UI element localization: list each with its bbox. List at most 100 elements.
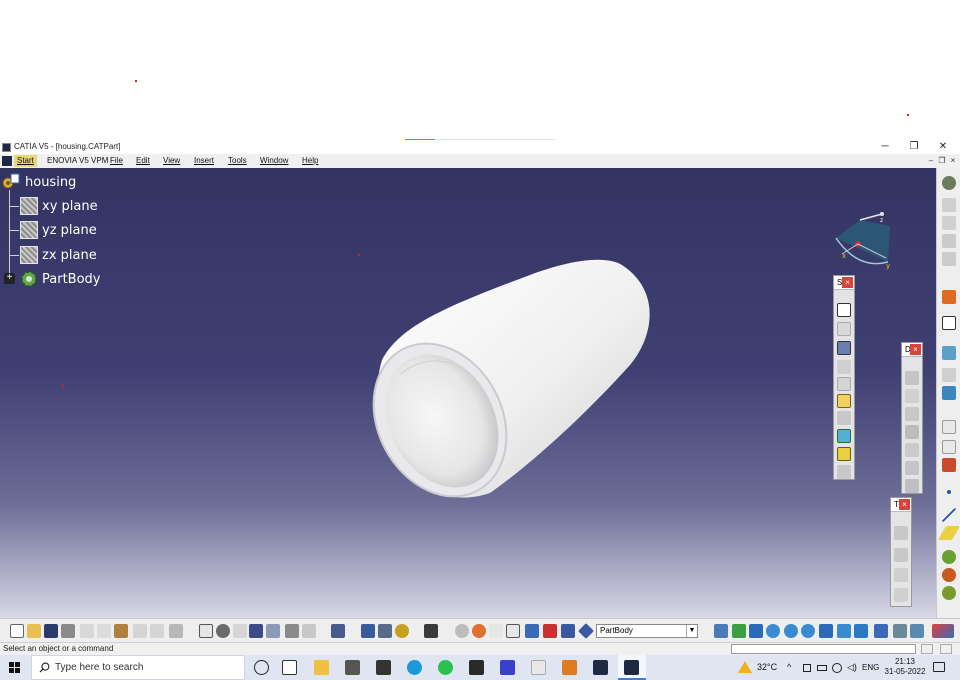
groove-icon[interactable] xyxy=(837,447,851,461)
render-icon[interactable] xyxy=(942,440,956,454)
frame-icon[interactable] xyxy=(942,368,956,382)
tree-item-partbody[interactable]: + PartBody xyxy=(0,269,160,291)
sketch-based-icon[interactable] xyxy=(942,198,956,212)
store-icon[interactable] xyxy=(376,660,391,675)
knowledge-icon[interactable] xyxy=(942,586,956,600)
status-button[interactable] xyxy=(921,644,933,654)
knowledge-icon[interactable] xyxy=(216,624,230,638)
swap-visible-icon[interactable] xyxy=(910,624,924,638)
network-icon[interactable] xyxy=(832,663,842,673)
plane-icon[interactable] xyxy=(578,623,594,639)
compass-icon[interactable] xyxy=(455,624,469,638)
taskbar-clock[interactable]: 21:13 31-05-2022 xyxy=(880,657,930,677)
status-button[interactable] xyxy=(940,644,952,654)
fit-all-icon[interactable] xyxy=(714,624,728,638)
constraint-icon[interactable] xyxy=(942,386,956,400)
swap-visible-icon[interactable] xyxy=(543,624,557,638)
thread-icon[interactable] xyxy=(905,461,919,475)
tree-item-zx-plane[interactable]: zx plane xyxy=(0,245,160,267)
shaft-icon[interactable] xyxy=(837,411,851,425)
positioned-sketch-icon[interactable] xyxy=(837,322,851,336)
update-icon[interactable] xyxy=(331,624,345,638)
mirror-icon[interactable] xyxy=(894,548,908,562)
whatsapp-icon[interactable] xyxy=(438,660,453,675)
whats-this-icon[interactable] xyxy=(169,624,183,638)
shading-icon[interactable] xyxy=(874,624,888,638)
profile-icon[interactable] xyxy=(837,341,851,355)
file-explorer-icon[interactable] xyxy=(314,660,329,675)
hide-show-icon[interactable] xyxy=(893,624,907,638)
measure-icon[interactable] xyxy=(942,550,956,564)
doc-restore-button[interactable]: ❐ xyxy=(937,155,947,166)
undo-icon[interactable] xyxy=(133,624,147,638)
pad-icon[interactable] xyxy=(837,360,851,374)
design-table-icon[interactable] xyxy=(249,624,263,638)
layers-icon[interactable] xyxy=(942,346,956,360)
chevron-down-icon[interactable]: ▼ xyxy=(686,625,697,637)
axis-system-icon[interactable] xyxy=(302,624,316,638)
menu-edit[interactable]: Edit xyxy=(136,156,150,165)
compass-widget[interactable]: x y z xyxy=(830,210,900,272)
gear-icon[interactable] xyxy=(942,176,956,190)
body-selector[interactable]: PartBody ▼ xyxy=(596,624,698,638)
catia-taskbar-icon[interactable] xyxy=(593,660,608,675)
chamfer-icon[interactable] xyxy=(905,389,919,403)
law-icon[interactable] xyxy=(233,624,247,638)
pocket-icon[interactable] xyxy=(837,377,851,391)
catalog-icon[interactable] xyxy=(266,624,280,638)
fly-icon[interactable] xyxy=(424,624,438,638)
text-annotation-icon[interactable] xyxy=(942,420,956,434)
line-icon[interactable] xyxy=(942,508,956,522)
tree-item-yz-plane[interactable]: yz plane xyxy=(0,220,160,242)
menu-help[interactable]: Help xyxy=(302,156,318,165)
close-window-button[interactable]: ✕ xyxy=(932,140,954,154)
sketch-icon[interactable] xyxy=(837,303,851,317)
menu-enovia[interactable]: ENOVIA V5 VPM xyxy=(47,156,108,165)
shell-icon[interactable] xyxy=(905,425,919,439)
cortana-icon[interactable] xyxy=(254,660,269,675)
normal-view-icon[interactable] xyxy=(819,624,833,638)
rotate-icon[interactable] xyxy=(749,624,763,638)
surface-icon[interactable] xyxy=(942,234,956,248)
tray-app-icon[interactable] xyxy=(803,664,811,672)
windows-start-icon[interactable] xyxy=(9,662,20,673)
redo-icon[interactable] xyxy=(150,624,164,638)
fillet-icon[interactable] xyxy=(905,371,919,385)
edit-icon[interactable] xyxy=(837,394,851,408)
app-icon[interactable] xyxy=(500,660,515,675)
print-icon[interactable] xyxy=(61,624,75,638)
battery-icon[interactable] xyxy=(817,665,827,671)
menu-view[interactable]: View xyxy=(163,156,180,165)
dress-up-icon[interactable] xyxy=(942,216,956,230)
views-icon[interactable] xyxy=(854,624,868,638)
notification-icon[interactable] xyxy=(933,662,945,672)
maximize-button[interactable]: ❐ xyxy=(903,140,925,154)
views-icon[interactable] xyxy=(489,624,503,638)
remove-face-icon[interactable] xyxy=(905,479,919,493)
menu-file[interactable]: File xyxy=(110,156,123,165)
formula-icon[interactable] xyxy=(199,624,213,638)
terminal-icon[interactable] xyxy=(469,660,484,675)
pattern-icon[interactable] xyxy=(894,568,908,582)
iso-view-icon[interactable] xyxy=(837,624,851,638)
apply-material-icon[interactable] xyxy=(942,458,956,472)
menu-insert[interactable]: Insert xyxy=(194,156,214,165)
transformation-toolbar[interactable]: T × xyxy=(890,497,912,607)
expand-icon[interactable]: + xyxy=(4,273,15,284)
toolbar-close-button[interactable]: × xyxy=(910,344,921,355)
menu-start[interactable]: Start xyxy=(14,155,37,167)
doc-minimize-button[interactable]: – xyxy=(926,155,936,166)
save-icon[interactable] xyxy=(44,624,58,638)
select-arrow-icon[interactable] xyxy=(942,290,956,304)
tree-item-housing[interactable]: housing xyxy=(0,172,160,194)
pan-icon[interactable] xyxy=(732,624,746,638)
catia-active-task[interactable] xyxy=(618,655,646,680)
swap-icon[interactable] xyxy=(378,624,392,638)
menu-tools[interactable]: Tools xyxy=(228,156,247,165)
command-input[interactable] xyxy=(731,644,916,654)
document-icon[interactable] xyxy=(531,660,546,675)
datum-icon[interactable] xyxy=(942,252,956,266)
toolbar-header[interactable]: T × xyxy=(891,498,911,512)
doc-close-button[interactable]: × xyxy=(948,155,958,166)
minimize-button[interactable]: ─ xyxy=(874,140,896,154)
